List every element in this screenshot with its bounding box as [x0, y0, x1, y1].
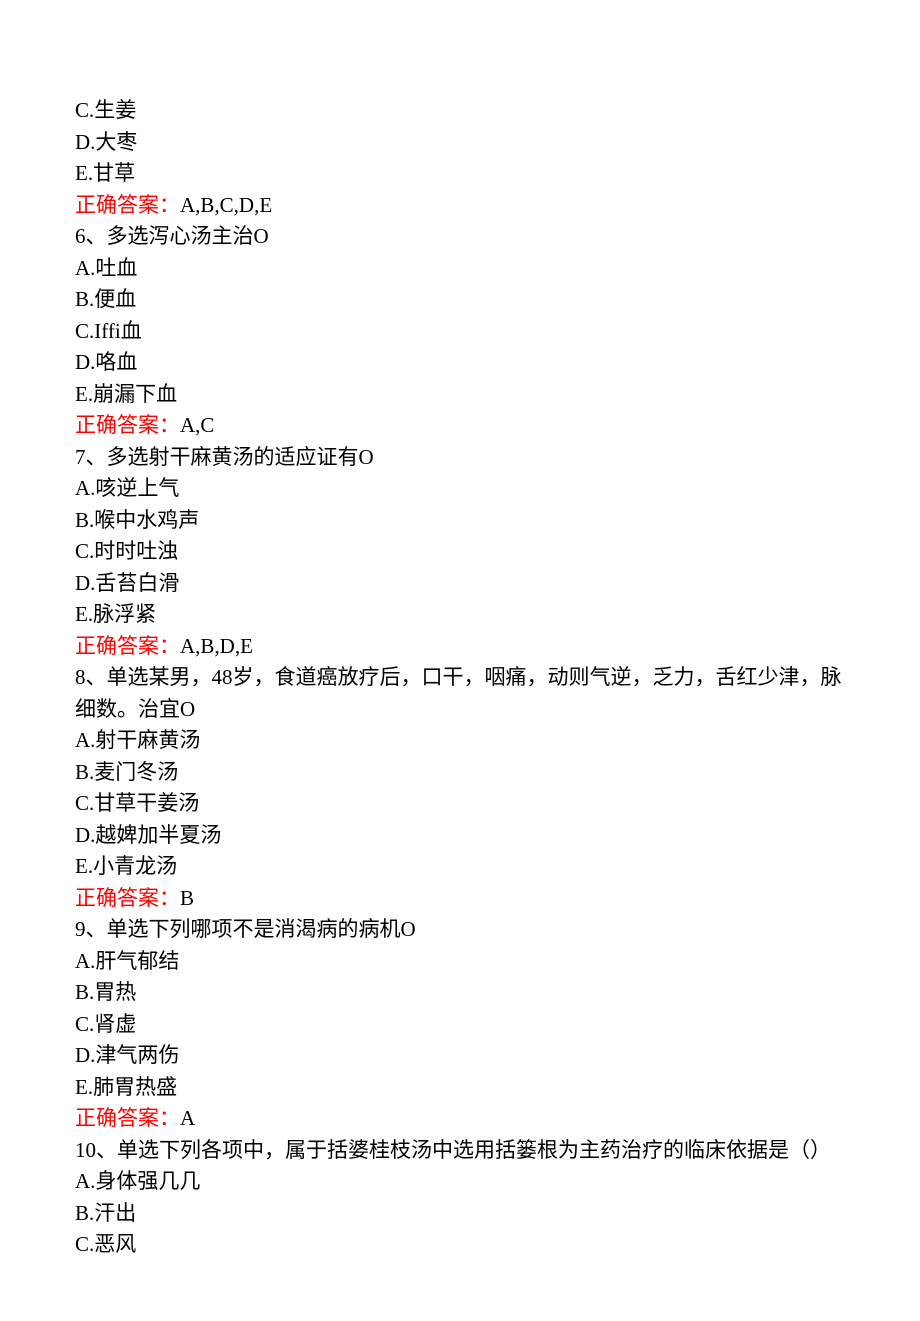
answer-label: 正确答案： — [75, 193, 180, 217]
text-line: C.时时吐浊 — [75, 536, 845, 568]
text-line: E.肺胃热盛 — [75, 1072, 845, 1104]
answer-value: A,C — [180, 413, 214, 437]
text-line: 正确答案：A,C — [75, 410, 845, 442]
text-line: C.甘草干姜汤 — [75, 788, 845, 820]
text-line: A.肝气郁结 — [75, 946, 845, 978]
text-line: 正确答案：A — [75, 1103, 845, 1135]
text-line: 正确答案：A,B,D,E — [75, 631, 845, 663]
text-line: D.津气两伤 — [75, 1040, 845, 1072]
answer-value: A,B,D,E — [180, 634, 253, 658]
text-line: E.崩漏下血 — [75, 379, 845, 411]
text-line: 9、单选下列哪项不是消渴病的病机O — [75, 914, 845, 946]
text-line: C.肾虚 — [75, 1009, 845, 1041]
answer-value: B — [180, 886, 194, 910]
text-line: C.Iffi血 — [75, 316, 845, 348]
text-line: B.喉中水鸡声 — [75, 505, 845, 537]
text-line: D.咯血 — [75, 347, 845, 379]
text-line: 正确答案：A,B,C,D,E — [75, 190, 845, 222]
text-line: A.身体强几几 — [75, 1166, 845, 1198]
text-line: B.汗出 — [75, 1198, 845, 1230]
text-line: A.吐血 — [75, 253, 845, 285]
document-page: C.生姜D.大枣E.甘草正确答案：A,B,C,D,E6、多选泻心汤主治OA.吐血… — [0, 0, 920, 1321]
text-line: D.大枣 — [75, 127, 845, 159]
text-line: B.便血 — [75, 284, 845, 316]
answer-label: 正确答案： — [75, 413, 180, 437]
text-line: E.甘草 — [75, 158, 845, 190]
text-line: C.生姜 — [75, 95, 845, 127]
text-line: 正确答案：B — [75, 883, 845, 915]
text-line: 6、多选泻心汤主治O — [75, 221, 845, 253]
answer-value: A,B,C,D,E — [180, 193, 272, 217]
text-line: 8、单选某男，48岁，食道癌放疗后，口干，咽痛，动则气逆，乏力，舌红少津，脉细数… — [75, 662, 845, 725]
text-line: C.恶风 — [75, 1229, 845, 1261]
text-line: D.舌苔白滑 — [75, 568, 845, 600]
text-line: 7、多选射干麻黄汤的适应证有O — [75, 442, 845, 474]
answer-label: 正确答案： — [75, 1106, 180, 1130]
text-line: B.麦门冬汤 — [75, 757, 845, 789]
text-line: B.胃热 — [75, 977, 845, 1009]
text-line: A.咳逆上气 — [75, 473, 845, 505]
text-line: E.小青龙汤 — [75, 851, 845, 883]
text-line: D.越婢加半夏汤 — [75, 820, 845, 852]
text-line: 10、单选下列各项中，属于括婆桂枝汤中选用括篓根为主药治疗的临床依据是（） — [75, 1135, 845, 1167]
answer-value: A — [180, 1106, 195, 1130]
answer-label: 正确答案： — [75, 634, 180, 658]
text-line: E.脉浮紧 — [75, 599, 845, 631]
document-content: C.生姜D.大枣E.甘草正确答案：A,B,C,D,E6、多选泻心汤主治OA.吐血… — [75, 95, 845, 1261]
text-line: A.射干麻黄汤 — [75, 725, 845, 757]
answer-label: 正确答案： — [75, 886, 180, 910]
